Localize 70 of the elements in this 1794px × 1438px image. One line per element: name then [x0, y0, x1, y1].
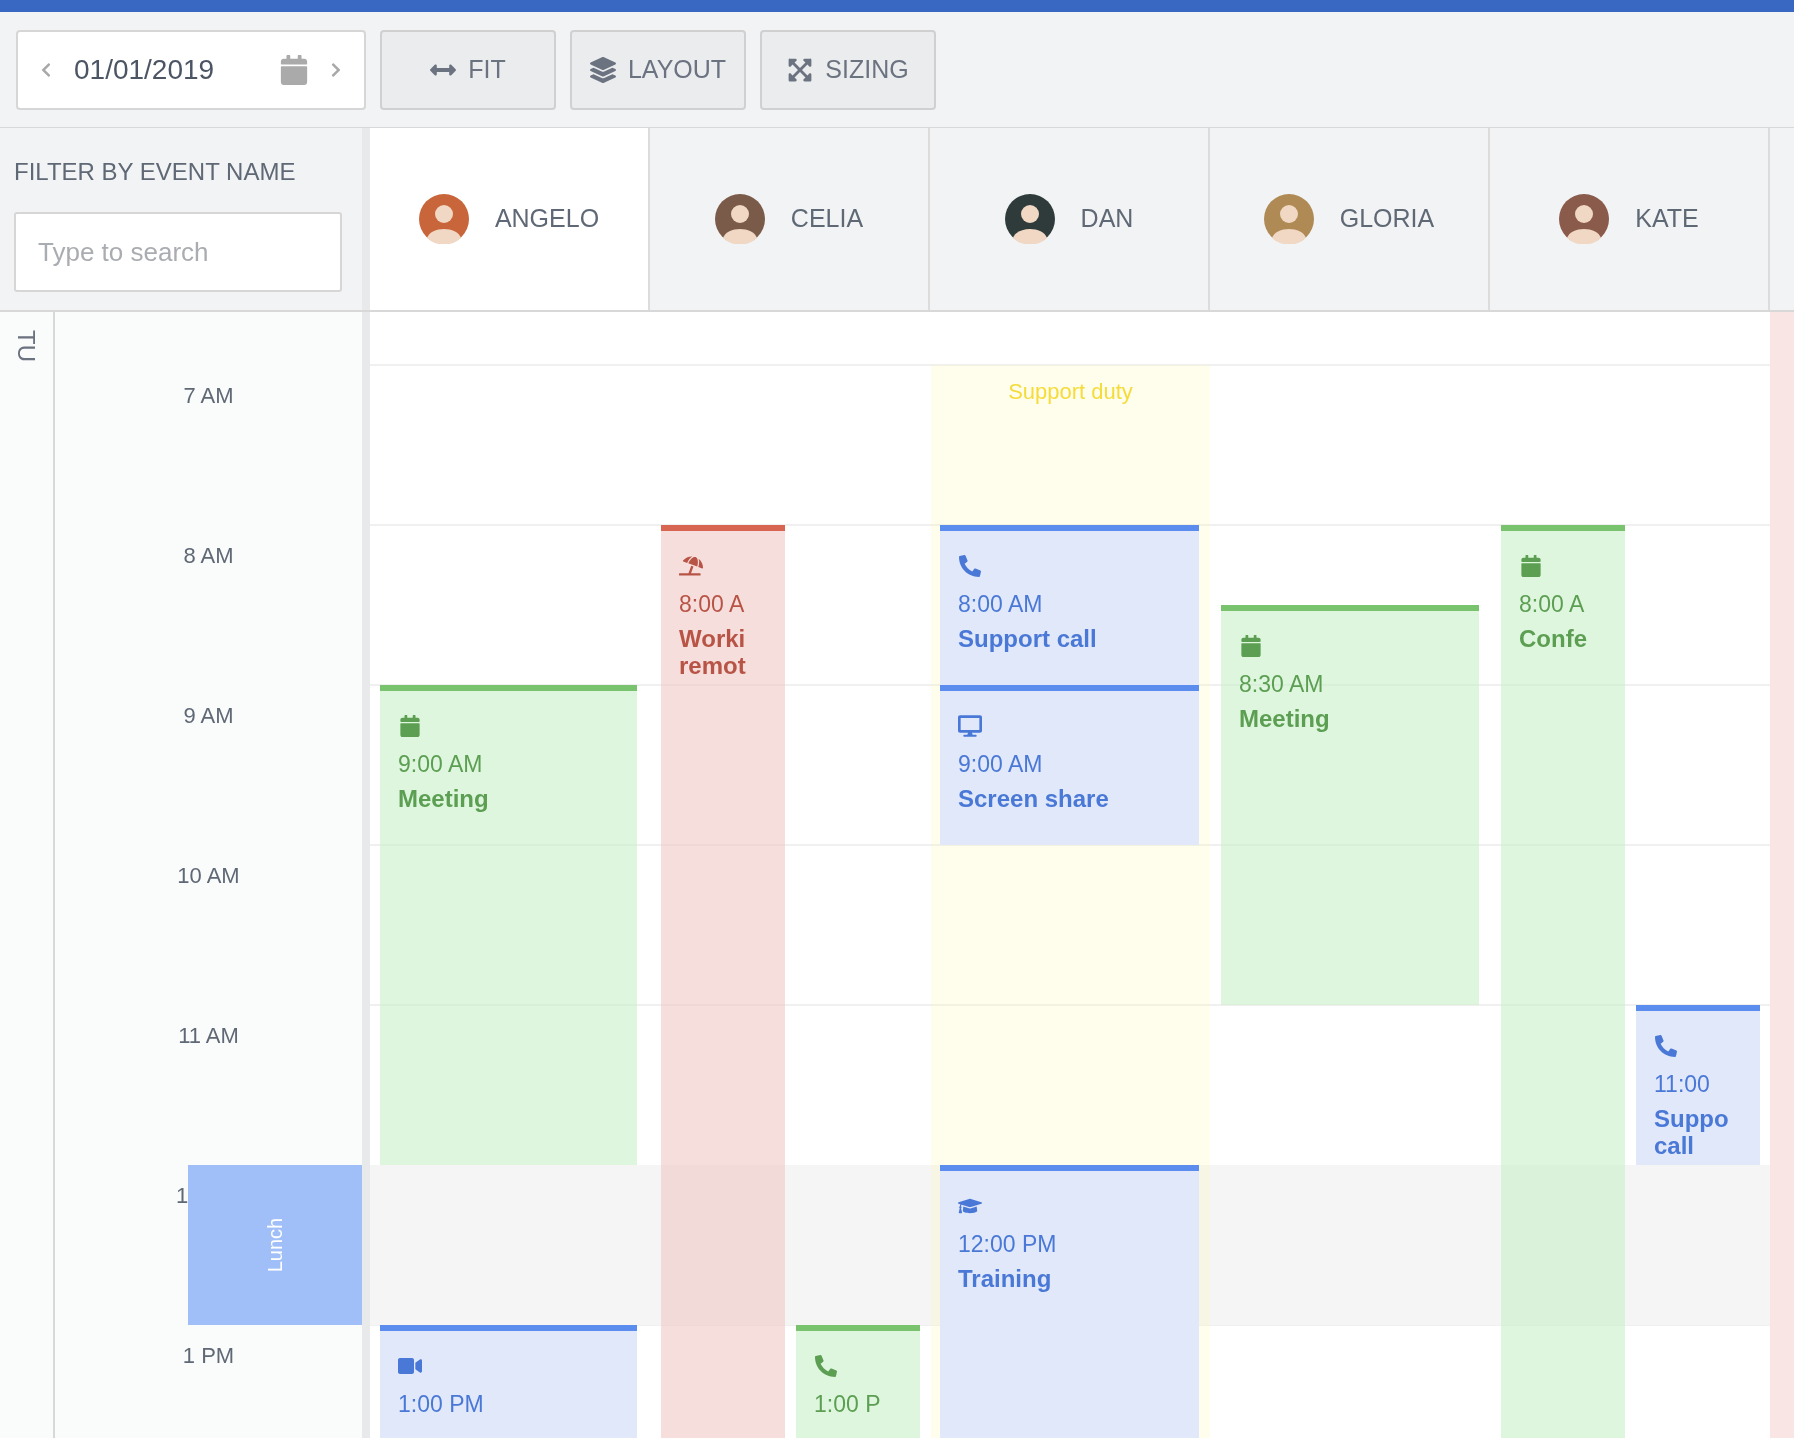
event-title: Suppo call — [1654, 1105, 1729, 1159]
support-duty-band[interactable] — [931, 525, 940, 1438]
event-time: 1:00 P — [814, 1391, 881, 1417]
event-title: Meeting — [398, 785, 489, 812]
layers-icon — [589, 56, 616, 83]
resource-name: KATE — [1635, 203, 1699, 235]
event-time: 9:00 AM — [398, 751, 483, 777]
calendar-icon — [1239, 635, 1263, 657]
time-label: 11 AM — [178, 1022, 239, 1050]
resource-header[interactable]: DAN — [930, 128, 1210, 310]
event-time: 8:00 A — [679, 591, 745, 617]
date-picker[interactable]: 01/01/2019 — [16, 29, 366, 110]
time-label: 9 AM — [183, 702, 234, 730]
lunch-block[interactable]: Lunch — [188, 1165, 362, 1325]
lunch-label: Lunch — [263, 1217, 288, 1273]
band-label: Support duty — [1008, 378, 1133, 406]
filter-label: FILTER BY EVENT NAME — [14, 157, 296, 187]
time-label: 1 PM — [182, 1342, 235, 1370]
resource-header[interactable]: KATE — [1490, 128, 1770, 310]
time-label: 7 AM — [183, 382, 234, 410]
event-time: 1:00 PM — [398, 1391, 484, 1417]
event-time: 11:00 — [1654, 1071, 1710, 1097]
event-card[interactable]: 11:00 Suppo call — [1636, 1005, 1760, 1165]
monitor-icon — [958, 715, 982, 737]
toolbar-button[interactable]: SIZING — [760, 29, 936, 110]
toolbar-button[interactable]: LAYOUT — [570, 29, 746, 110]
video-camera-icon — [398, 1355, 422, 1377]
event-time: 12:00 PM — [958, 1231, 1057, 1257]
event-title: Training — [958, 1265, 1052, 1292]
search-field[interactable]: Type to search — [14, 212, 342, 292]
resource-header[interactable]: CELIA — [650, 128, 930, 310]
phone-icon — [958, 555, 982, 577]
toolbar-button[interactable]: FIT — [380, 29, 556, 110]
event-card[interactable]: 8:00 A Worki remot — [661, 525, 785, 1438]
beach-umbrella-icon — [679, 555, 703, 577]
day-label: TU — [12, 329, 41, 364]
event-card[interactable]: 8:00 AM Support call — [940, 525, 1199, 685]
time-label: 10 AM — [177, 862, 240, 890]
event-title: Worki remot — [679, 625, 746, 679]
time-label: 8 AM — [183, 542, 234, 570]
event-card[interactable]: 8:30 AM Meeting — [1221, 605, 1479, 1005]
date-value: 01/01/2019 — [74, 52, 215, 87]
calendar-icon — [398, 715, 422, 737]
event-time: 8:30 AM — [1239, 671, 1324, 697]
calendar-icon — [1519, 555, 1543, 577]
event-card[interactable]: 9:00 AM Screen share — [940, 685, 1199, 845]
event-card[interactable]: 12:00 PM Training — [940, 1165, 1199, 1438]
event-title: Confe — [1519, 625, 1587, 652]
event-time: 8:00 AM — [958, 591, 1043, 617]
event-title: Screen share — [958, 785, 1109, 812]
resource-name: GLORIA — [1339, 203, 1435, 235]
event-card[interactable]: 1:00 PM — [380, 1325, 637, 1438]
event-time: 9:00 AM — [958, 751, 1043, 777]
resource-name: ANGELO — [494, 203, 600, 235]
resource-name: DAN — [1080, 203, 1134, 235]
calendar-icon[interactable] — [280, 54, 308, 85]
event-title: Meeting — [1239, 705, 1330, 732]
event-time: 8:00 A — [1519, 591, 1585, 617]
time-label: 1 — [176, 1182, 189, 1210]
phone-icon — [1654, 1035, 1678, 1057]
expand-icon — [787, 56, 814, 83]
event-card[interactable]: 1:00 P — [796, 1325, 920, 1438]
event-card[interactable] — [1770, 312, 1794, 1438]
phone-icon — [814, 1355, 838, 1377]
resource-name: CELIA — [790, 203, 864, 235]
support-duty-band[interactable] — [1199, 525, 1210, 1438]
event-title: Support call — [958, 625, 1097, 652]
event-card[interactable]: 9:00 AM Meeting — [380, 685, 637, 1165]
event-card[interactable]: 8:00 A Confe — [1501, 525, 1625, 1438]
resource-header[interactable]: GLORIA — [1210, 128, 1490, 310]
